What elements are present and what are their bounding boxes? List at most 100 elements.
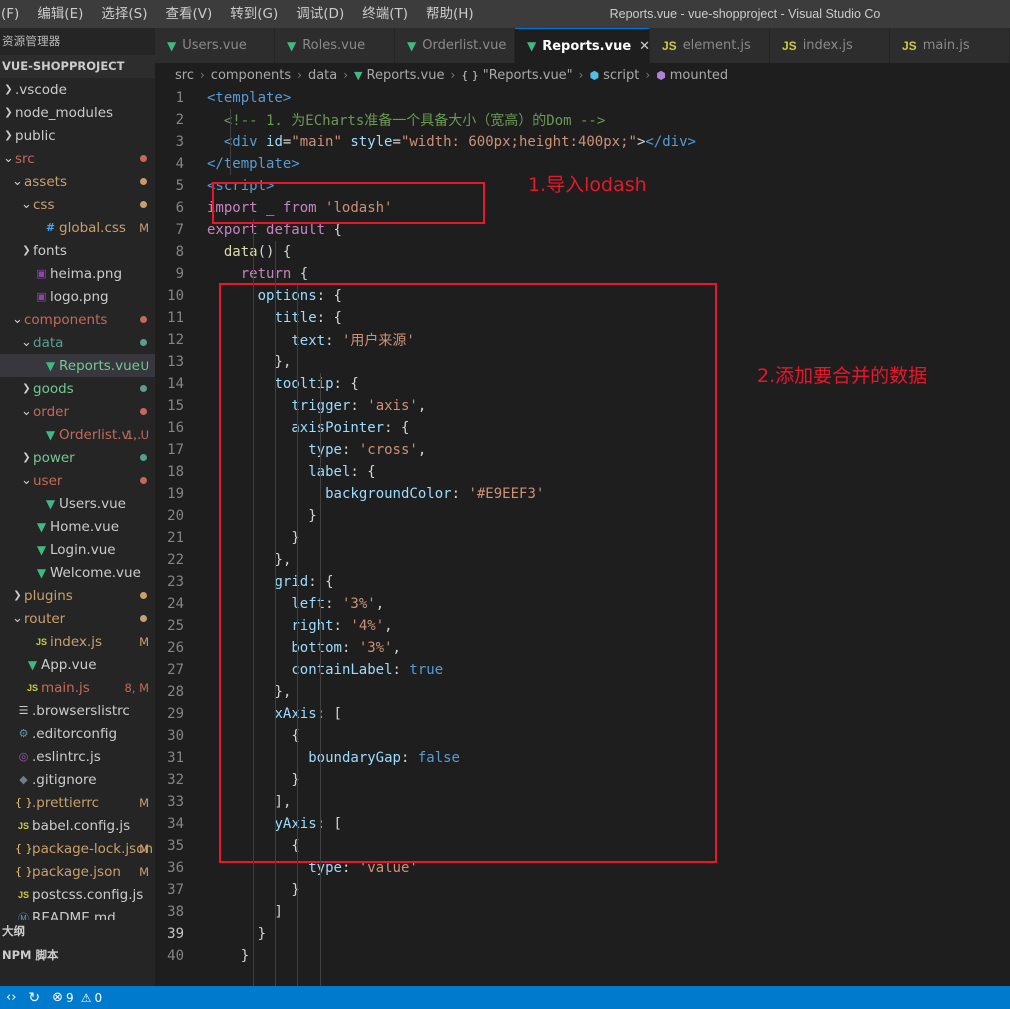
tree-item-babel-config-js[interactable]: JS babel.config.js bbox=[0, 814, 155, 837]
breadcrumb-item[interactable]: data bbox=[308, 68, 337, 83]
editor-tab-reports-vue[interactable]: ▼ Reports.vue ✕ bbox=[515, 28, 650, 63]
tree-item-heima-png[interactable]: ▣ heima.png bbox=[0, 262, 155, 285]
git-sync-status[interactable]: ↻ bbox=[22, 986, 46, 1009]
tree-item-welcome-vue[interactable]: ▼ Welcome.vue bbox=[0, 561, 155, 584]
code-line[interactable]: 6 import _ from 'lodash' bbox=[155, 197, 1010, 219]
close-icon[interactable]: ✕ bbox=[639, 39, 650, 54]
menu-bar[interactable]: (F) 编辑(E) 选择(S) 查看(V) 转到(G) 调试(D) 终端(T) 帮助(H) bbox=[0, 0, 483, 28]
tree-item-reports-vue[interactable]: ▼ Reports.vue U bbox=[0, 354, 155, 377]
code-line[interactable]: 35 { bbox=[155, 835, 1010, 857]
code-line[interactable]: 16 axisPointer: { bbox=[155, 417, 1010, 439]
tree-item-orderlist-v-[interactable]: ▼ Orderlist.v... 1, U bbox=[0, 423, 155, 446]
code-editor[interactable]: 1 <template> 2 <!-- 1. 为ECharts准备一个具备大小（宽高… bbox=[155, 87, 1010, 986]
menu-item-1[interactable]: 编辑(E) bbox=[28, 0, 92, 28]
tree-item-main-js[interactable]: JS main.js 8, M bbox=[0, 676, 155, 699]
explorer-sidebar[interactable]: 资源管理器 VUE-SHOPPROJECT ❯ .vscode ❯ node_modu… bbox=[0, 28, 155, 986]
code-line[interactable]: 2 <!-- 1. 为ECharts准备一个具备大小（宽高）的Dom --> bbox=[155, 109, 1010, 131]
code-line[interactable]: 25 right: '4%', bbox=[155, 615, 1010, 637]
code-line[interactable]: 39 } bbox=[155, 923, 1010, 945]
code-line[interactable]: 7 export default { bbox=[155, 219, 1010, 241]
tree-item--eslintrc-js[interactable]: ◎ .eslintrc.js bbox=[0, 745, 155, 768]
tree-item-node-modules[interactable]: ❯ node_modules bbox=[0, 101, 155, 124]
code-line[interactable]: 21 } bbox=[155, 527, 1010, 549]
breadcrumb-item[interactable]: "Reports.vue" bbox=[483, 68, 573, 83]
code-line[interactable]: 29 xAxis: [ bbox=[155, 703, 1010, 725]
editor-tab-index-js[interactable]: JS index.js bbox=[770, 28, 890, 63]
code-line[interactable]: 31 boundaryGap: false bbox=[155, 747, 1010, 769]
code-line[interactable]: 37 } bbox=[155, 879, 1010, 901]
tree-item-package-json[interactable]: { } package.json M bbox=[0, 860, 155, 883]
project-root-header[interactable]: VUE-SHOPPROJECT bbox=[0, 55, 155, 78]
tree-item-login-vue[interactable]: ▼ Login.vue bbox=[0, 538, 155, 561]
code-line[interactable]: 27 containLabel: true bbox=[155, 659, 1010, 681]
status-bar[interactable]: ‹› ↻ ⊗ 9 ⚠ 0 bbox=[0, 986, 1010, 1009]
code-line[interactable]: 33 ], bbox=[155, 791, 1010, 813]
tree-item-goods[interactable]: ❯ goods bbox=[0, 377, 155, 400]
code-line[interactable]: 23 grid: { bbox=[155, 571, 1010, 593]
code-line[interactable]: 15 trigger: 'axis', bbox=[155, 395, 1010, 417]
code-line[interactable]: 8 data() { bbox=[155, 241, 1010, 263]
remote-indicator[interactable]: ‹› bbox=[0, 986, 22, 1009]
tree-item-postcss-config-js[interactable]: JS postcss.config.js bbox=[0, 883, 155, 906]
code-line[interactable]: 9 return { bbox=[155, 263, 1010, 285]
menu-item-7[interactable]: 帮助(H) bbox=[417, 0, 483, 28]
code-line[interactable]: 19 backgroundColor: '#E9EEF3' bbox=[155, 483, 1010, 505]
npm-scripts-panel-header[interactable]: NPM 脚本 bbox=[0, 944, 155, 966]
menu-item-5[interactable]: 调试(D) bbox=[287, 0, 353, 28]
code-line[interactable]: 24 left: '3%', bbox=[155, 593, 1010, 615]
code-line[interactable]: 11 title: { bbox=[155, 307, 1010, 329]
menu-item-2[interactable]: 选择(S) bbox=[92, 0, 156, 28]
tree-item-logo-png[interactable]: ▣ logo.png bbox=[0, 285, 155, 308]
editor-tab-users-vue[interactable]: ▼ Users.vue bbox=[155, 28, 275, 63]
tree-item-index-js[interactable]: JS index.js M bbox=[0, 630, 155, 653]
editor-tab-orderlist-vue[interactable]: ▼ Orderlist.vue bbox=[395, 28, 515, 63]
code-line[interactable]: 18 label: { bbox=[155, 461, 1010, 483]
tree-item-plugins[interactable]: ❯ plugins bbox=[0, 584, 155, 607]
code-line[interactable]: 12 text: '用户来源' bbox=[155, 329, 1010, 351]
code-line[interactable]: 26 bottom: '3%', bbox=[155, 637, 1010, 659]
code-line[interactable]: 40 } bbox=[155, 945, 1010, 967]
code-line[interactable]: 1 <template> bbox=[155, 87, 1010, 109]
breadcrumb-item[interactable]: src bbox=[175, 68, 194, 83]
code-line[interactable]: 28 }, bbox=[155, 681, 1010, 703]
tree-item--gitignore[interactable]: ◆ .gitignore bbox=[0, 768, 155, 791]
code-line[interactable]: 22 }, bbox=[155, 549, 1010, 571]
tree-item-src[interactable]: ⌄ src bbox=[0, 147, 155, 170]
code-line[interactable]: 34 yAxis: [ bbox=[155, 813, 1010, 835]
code-line[interactable]: 30 { bbox=[155, 725, 1010, 747]
code-line[interactable]: 3 <div id="main" style="width: 600px;hei… bbox=[155, 131, 1010, 153]
breadcrumb-item[interactable]: Reports.vue bbox=[367, 68, 445, 83]
code-line[interactable]: 36 type: 'value' bbox=[155, 857, 1010, 879]
tree-item-package-lock-json[interactable]: { } package-lock.json M bbox=[0, 837, 155, 860]
code-line[interactable]: 38 ] bbox=[155, 901, 1010, 923]
tree-item-fonts[interactable]: ❯ fonts bbox=[0, 239, 155, 262]
code-line[interactable]: 20 } bbox=[155, 505, 1010, 527]
menu-item-4[interactable]: 转到(G) bbox=[221, 0, 287, 28]
menu-item-3[interactable]: 查看(V) bbox=[157, 0, 222, 28]
tree-item-router[interactable]: ⌄ router bbox=[0, 607, 155, 630]
breadcrumb-item[interactable]: components bbox=[211, 68, 291, 83]
editor-tab-element-js[interactable]: JS element.js bbox=[650, 28, 770, 63]
breadcrumb-item[interactable]: script bbox=[603, 68, 639, 83]
tree-item--browserslistrc[interactable]: ☰ .browserslistrc bbox=[0, 699, 155, 722]
code-line[interactable]: 32 } bbox=[155, 769, 1010, 791]
tree-item-css[interactable]: ⌄ css bbox=[0, 193, 155, 216]
code-line[interactable]: 17 type: 'cross', bbox=[155, 439, 1010, 461]
tree-item-data[interactable]: ⌄ data bbox=[0, 331, 155, 354]
tree-item-order[interactable]: ⌄ order bbox=[0, 400, 155, 423]
problems-status[interactable]: ⊗ 9 ⚠ 0 bbox=[46, 986, 108, 1009]
breadcrumb-item[interactable]: mounted bbox=[670, 68, 728, 83]
file-tree[interactable]: ❯ .vscode ❯ node_modules ❯ public ⌄ src ⌄ assets ⌄… bbox=[0, 78, 155, 940]
tree-item-assets[interactable]: ⌄ assets bbox=[0, 170, 155, 193]
menu-item-6[interactable]: 终端(T) bbox=[353, 0, 417, 28]
tree-item-public[interactable]: ❯ public bbox=[0, 124, 155, 147]
tree-item-home-vue[interactable]: ▼ Home.vue bbox=[0, 515, 155, 538]
editor-tab-bar[interactable]: ▼ Users.vue ▼ Roles.vue ▼ Orderlist.vue ▼ Repor… bbox=[155, 28, 1010, 63]
tree-item-power[interactable]: ❯ power bbox=[0, 446, 155, 469]
breadcrumb[interactable]: src › components › data › ▼ Reports.vue › { } "Rep… bbox=[155, 63, 1010, 87]
tree-item-app-vue[interactable]: ▼ App.vue bbox=[0, 653, 155, 676]
menu-item-0[interactable]: (F) bbox=[0, 0, 28, 28]
outline-panel-header[interactable]: 大纲 bbox=[0, 920, 155, 942]
tree-item-global-css[interactable]: # global.css M bbox=[0, 216, 155, 239]
editor-tab-roles-vue[interactable]: ▼ Roles.vue bbox=[275, 28, 395, 63]
